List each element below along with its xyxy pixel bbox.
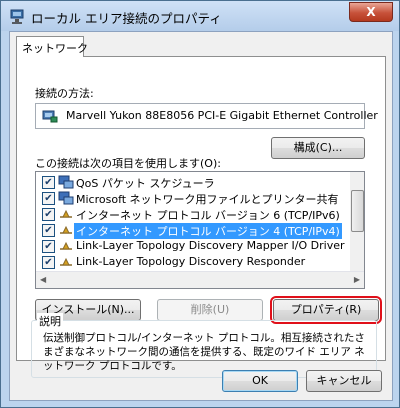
close-button[interactable]: X [349,2,393,22]
connect-using-label: 接続の方法: [35,87,94,100]
list-item[interactable]: ✔ インターネット プロトコル バージョン 6 (TCP/IPv6) [36,206,364,222]
list-item-label: Link-Layer Topology Discovery Mapper I/O… [76,239,345,252]
protocol-icon [60,241,72,250]
checkbox[interactable]: ✔ [42,256,55,269]
checkbox[interactable]: ✔ [42,192,55,205]
cancel-button[interactable]: キャンセル [306,370,382,392]
list-item-label: Link-Layer Topology Discovery Responder [76,255,306,268]
description-title: 説明 [37,313,63,329]
protocol-icon [60,209,72,218]
dialog-window: ローカル エリア接続のプロパティ X ネットワーク 接続の方法: Marvell… [0,0,400,408]
properties-button[interactable]: プロパティ(R) [270,296,382,324]
uninstall-button[interactable]: 削除(U) [157,299,263,321]
ok-button[interactable]: OK [222,370,298,392]
tab-panel: 接続の方法: Marvell Yukon 88E8056 PCI-E Gigab… [16,56,386,378]
list-item-label: Microsoft ネットワーク用ファイルとプリンター共有 [76,193,339,206]
scroll-right-icon[interactable]: ▶ [354,275,360,284]
list-item-label: QoS パケット スケジューラ [76,177,215,190]
list-item-selected[interactable]: ✔ インターネット プロトコル バージョン 4 (TCP/IPv4) [36,222,364,239]
network-adapter-icon [42,110,58,123]
protocol-icon [60,225,72,234]
window-title: ローカル エリア接続のプロパティ [31,11,222,26]
adapter-name: Marvell Yukon 88E8056 PCI-E Gigabit Ethe… [66,109,378,122]
qos-icon [58,175,74,189]
scroll-left-icon[interactable]: ◀ [40,275,46,284]
checkbox[interactable]: ✔ [42,208,55,221]
title-bar[interactable]: ローカル エリア接続のプロパティ X [1,1,399,31]
adapter-field: Marvell Yukon 88E8056 PCI-E Gigabit Ethe… [35,103,378,129]
description-text: 伝送制御プロトコル/インターネット プロトコル。相互接続されたさまざまなネットワ… [43,332,365,372]
protocol-icon [60,257,72,266]
list-item[interactable]: ✔ Link-Layer Topology Discovery Responde… [36,254,364,270]
dialog-client-area: ネットワーク 接続の方法: Marvell Yukon 88E8056 PCI-… [9,31,393,401]
checkbox[interactable]: ✔ [42,224,55,237]
checkbox[interactable]: ✔ [42,176,55,189]
list-item[interactable]: ✔ QoS パケット スケジューラ [36,174,364,190]
network-adapter-icon [10,9,24,24]
checkbox[interactable]: ✔ [42,240,55,253]
file-printer-sharing-icon [58,191,74,205]
scrollbar-thumb[interactable] [351,190,364,232]
items-list-label: この接続は次の項目を使用します(O): [35,157,221,170]
list-item[interactable]: ✔ Microsoft ネットワーク用ファイルとプリンター共有 [36,190,364,206]
list-item[interactable]: ✔ Link-Layer Topology Discovery Mapper I… [36,238,364,254]
horizontal-scrollbar[interactable]: ◀ ▶ [36,271,364,288]
items-list[interactable]: ✔ QoS パケット スケジューラ ✔ Microsoft ネットワーク用ファイ… [35,171,365,289]
tab-label: ネットワーク [22,42,88,55]
configure-button[interactable]: 構成(C)... [271,137,365,159]
list-item-label: インターネット プロトコル バージョン 4 (TCP/IPv4) [74,223,342,239]
vertical-scrollbar[interactable] [350,172,364,272]
list-item-label: インターネット プロトコル バージョン 6 (TCP/IPv6) [76,209,340,222]
tab-network[interactable]: ネットワーク [16,36,88,57]
